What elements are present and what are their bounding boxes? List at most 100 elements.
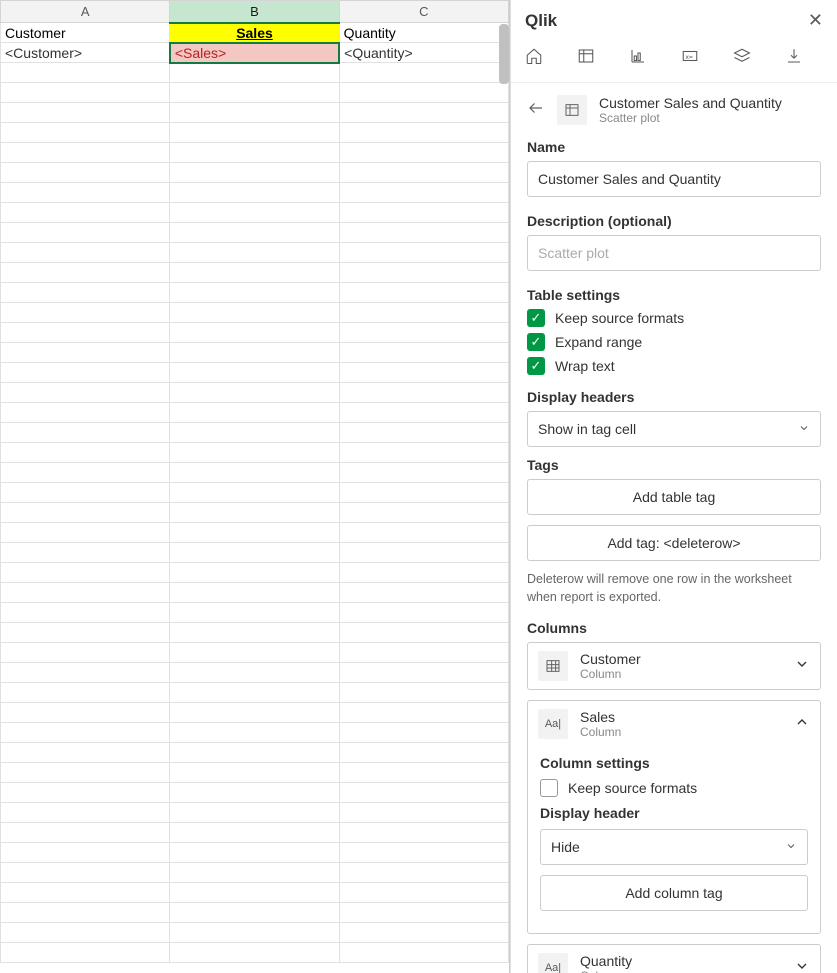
cell[interactable] [339, 263, 508, 283]
cell[interactable]: Quantity [339, 23, 508, 43]
cell[interactable] [339, 323, 508, 343]
cell[interactable] [339, 743, 508, 763]
cell[interactable] [339, 603, 508, 623]
cell[interactable] [339, 843, 508, 863]
cell[interactable] [170, 623, 339, 643]
variable-icon[interactable]: x= [681, 47, 699, 70]
cell[interactable] [170, 363, 339, 383]
column-header-C[interactable]: C [339, 1, 508, 23]
cell[interactable] [1, 163, 170, 183]
cell[interactable] [170, 123, 339, 143]
cell[interactable] [170, 83, 339, 103]
cell[interactable] [1, 943, 170, 963]
column-header-A[interactable]: A [1, 1, 170, 23]
keep-source-formats-checkbox[interactable]: ✓Keep source formats [527, 309, 821, 327]
cell[interactable] [1, 683, 170, 703]
cell[interactable] [1, 183, 170, 203]
cell[interactable] [170, 643, 339, 663]
cell[interactable] [1, 783, 170, 803]
cell[interactable] [339, 183, 508, 203]
cell[interactable] [1, 743, 170, 763]
cell[interactable] [1, 363, 170, 383]
cell[interactable] [339, 403, 508, 423]
cell[interactable] [170, 443, 339, 463]
cell[interactable] [339, 243, 508, 263]
cell[interactable] [170, 283, 339, 303]
cell[interactable] [1, 483, 170, 503]
cell[interactable] [170, 323, 339, 343]
cell[interactable] [339, 803, 508, 823]
cell[interactable] [170, 823, 339, 843]
spreadsheet-grid[interactable]: ABC CustomerSalesQuantity<Customer><Sale… [0, 0, 509, 963]
chart-icon[interactable] [629, 47, 647, 70]
cell[interactable] [1, 723, 170, 743]
cell[interactable] [339, 663, 508, 683]
cell[interactable] [339, 103, 508, 123]
cell[interactable] [339, 143, 508, 163]
cell[interactable] [1, 823, 170, 843]
cell[interactable] [1, 863, 170, 883]
cell[interactable] [1, 203, 170, 223]
cell[interactable] [1, 223, 170, 243]
cell[interactable] [170, 383, 339, 403]
cell[interactable] [170, 843, 339, 863]
cell[interactable]: <Customer> [1, 43, 170, 63]
cell[interactable] [170, 483, 339, 503]
cell[interactable] [339, 863, 508, 883]
cell[interactable] [170, 903, 339, 923]
cell[interactable] [170, 183, 339, 203]
cell[interactable] [170, 343, 339, 363]
cell[interactable] [170, 103, 339, 123]
cell[interactable] [170, 723, 339, 743]
cell[interactable] [1, 283, 170, 303]
cell[interactable] [339, 623, 508, 643]
cell[interactable] [1, 83, 170, 103]
cell[interactable] [1, 403, 170, 423]
cell[interactable] [339, 303, 508, 323]
cell[interactable] [339, 763, 508, 783]
table-icon[interactable] [577, 47, 595, 70]
cell[interactable]: <Quantity> [339, 43, 508, 63]
cell[interactable] [339, 123, 508, 143]
cell[interactable] [170, 163, 339, 183]
cell[interactable] [1, 343, 170, 363]
cell[interactable] [1, 583, 170, 603]
cell[interactable] [170, 583, 339, 603]
cell[interactable] [170, 743, 339, 763]
cell[interactable] [1, 903, 170, 923]
cell[interactable] [170, 863, 339, 883]
cell[interactable] [339, 563, 508, 583]
description-input[interactable] [527, 235, 821, 271]
wrap-text-checkbox[interactable]: ✓Wrap text [527, 357, 821, 375]
cell[interactable] [1, 563, 170, 583]
cell[interactable] [1, 443, 170, 463]
cell[interactable] [1, 423, 170, 443]
cell[interactable] [339, 783, 508, 803]
layers-icon[interactable] [733, 47, 751, 70]
cell[interactable] [339, 923, 508, 943]
cell[interactable] [339, 343, 508, 363]
cell[interactable] [1, 623, 170, 643]
name-input[interactable] [527, 161, 821, 197]
cell[interactable] [339, 463, 508, 483]
add-table-tag-button[interactable]: Add table tag [527, 479, 821, 515]
cell[interactable] [1, 383, 170, 403]
cell[interactable] [339, 203, 508, 223]
cell[interactable] [170, 203, 339, 223]
column-header-customer[interactable]: CustomerColumn [528, 643, 820, 689]
cell[interactable] [170, 223, 339, 243]
cell[interactable] [339, 163, 508, 183]
cell[interactable] [170, 403, 339, 423]
cell[interactable] [339, 903, 508, 923]
cell[interactable] [339, 583, 508, 603]
cell[interactable] [339, 643, 508, 663]
cell[interactable] [170, 683, 339, 703]
cell[interactable] [170, 303, 339, 323]
cell[interactable] [339, 523, 508, 543]
cell[interactable] [170, 243, 339, 263]
cell[interactable] [1, 503, 170, 523]
cell[interactable] [170, 663, 339, 683]
cell[interactable] [170, 143, 339, 163]
cell[interactable]: <Sales> [170, 43, 339, 63]
cell[interactable] [339, 363, 508, 383]
